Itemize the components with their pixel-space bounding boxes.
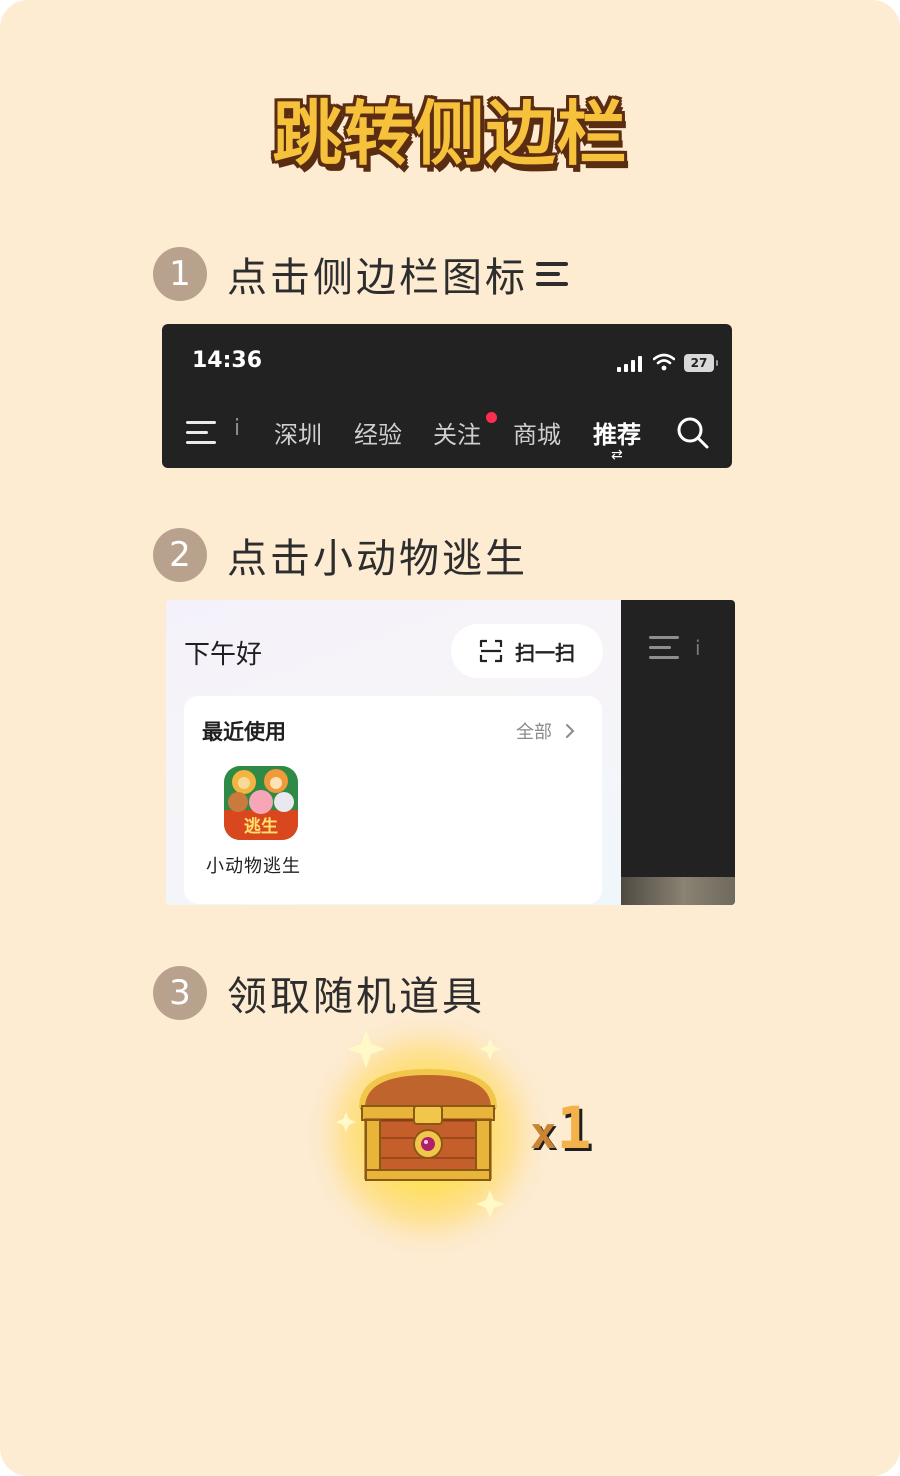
step-2: 2 点击小动物逃生 xyxy=(153,527,528,583)
app-name-animal-escape[interactable]: 小动物逃生 xyxy=(206,852,301,878)
background-app-edge: i xyxy=(621,600,735,905)
wifi-icon xyxy=(653,353,675,371)
feed-photo-fragment xyxy=(621,877,735,905)
swap-icon: ⇄ xyxy=(611,447,623,463)
view-all-link[interactable]: 全部 xyxy=(516,718,576,744)
app-icon-animal-escape[interactable]: 逃生 xyxy=(224,766,298,840)
sidebar-menu-icon[interactable] xyxy=(186,420,216,446)
status-time: 14:36 xyxy=(192,348,263,373)
nav-tab-shenzhen[interactable]: 深圳 xyxy=(274,415,322,450)
reward-count: x1 xyxy=(530,1094,591,1162)
nav-tab-follow[interactable]: 关注 xyxy=(433,415,481,450)
battery-icon: 27 xyxy=(684,354,718,372)
step-number: 2 xyxy=(153,528,207,582)
scan-icon xyxy=(479,639,503,663)
step-number: 3 xyxy=(153,966,207,1020)
nav-tab-fragment[interactable]: i xyxy=(234,416,240,441)
menu-icon xyxy=(536,260,570,288)
notification-dot xyxy=(486,412,497,423)
step-number: 1 xyxy=(153,247,207,301)
step-text-wrap: 点击侧边栏图标 xyxy=(227,245,570,303)
page-title: 跳转侧边栏 xyxy=(272,93,628,175)
step-text: 领取随机道具 xyxy=(227,974,485,1020)
sidebar-screenshot: 下午好 扫一扫 最近使用 全部 逃生 小动物逃生 i xyxy=(166,600,735,905)
reward-prefix: x xyxy=(530,1108,557,1159)
recent-used-card: 最近使用 全部 逃生 小动物逃生 xyxy=(184,696,602,904)
signal-icon xyxy=(617,356,645,372)
step-1: 1 点击侧边栏图标 xyxy=(153,246,570,302)
view-all-label: 全部 xyxy=(516,722,552,743)
step-text: 点击小动物逃生 xyxy=(227,536,528,582)
greeting-text: 下午好 xyxy=(184,640,263,670)
nav-tab-recommend[interactable]: 推荐 xyxy=(593,415,641,450)
sidebar-menu-icon xyxy=(649,636,679,660)
scan-label: 扫一扫 xyxy=(515,640,575,665)
step-text: 点击侧边栏图标 xyxy=(227,255,528,301)
nav-tab-fragment: i xyxy=(695,636,701,660)
sidebar-drawer: 下午好 扫一扫 最近使用 全部 逃生 小动物逃生 xyxy=(166,600,621,905)
app-header-screenshot: 14:36 27 i 深圳 经验 关注 商城 推荐 ⇄ xyxy=(162,324,732,468)
tutorial-card: 跳转侧边栏 1 点击侧边栏图标 14:36 27 i 深圳 经验 关注 商城 推 xyxy=(0,0,900,1476)
step-3: 3 领取随机道具 xyxy=(153,965,485,1021)
app-icon-label: 逃生 xyxy=(244,817,278,837)
recent-title: 最近使用 xyxy=(202,720,286,744)
nav-tab-mall[interactable]: 商城 xyxy=(513,415,561,450)
scan-button[interactable]: 扫一扫 xyxy=(451,624,603,678)
nav-tab-experience[interactable]: 经验 xyxy=(354,415,402,450)
reward-number: 1 xyxy=(556,1094,592,1162)
chevron-right-icon xyxy=(566,724,575,738)
treasure-chest-icon xyxy=(303,1020,553,1265)
search-icon[interactable] xyxy=(676,416,710,450)
